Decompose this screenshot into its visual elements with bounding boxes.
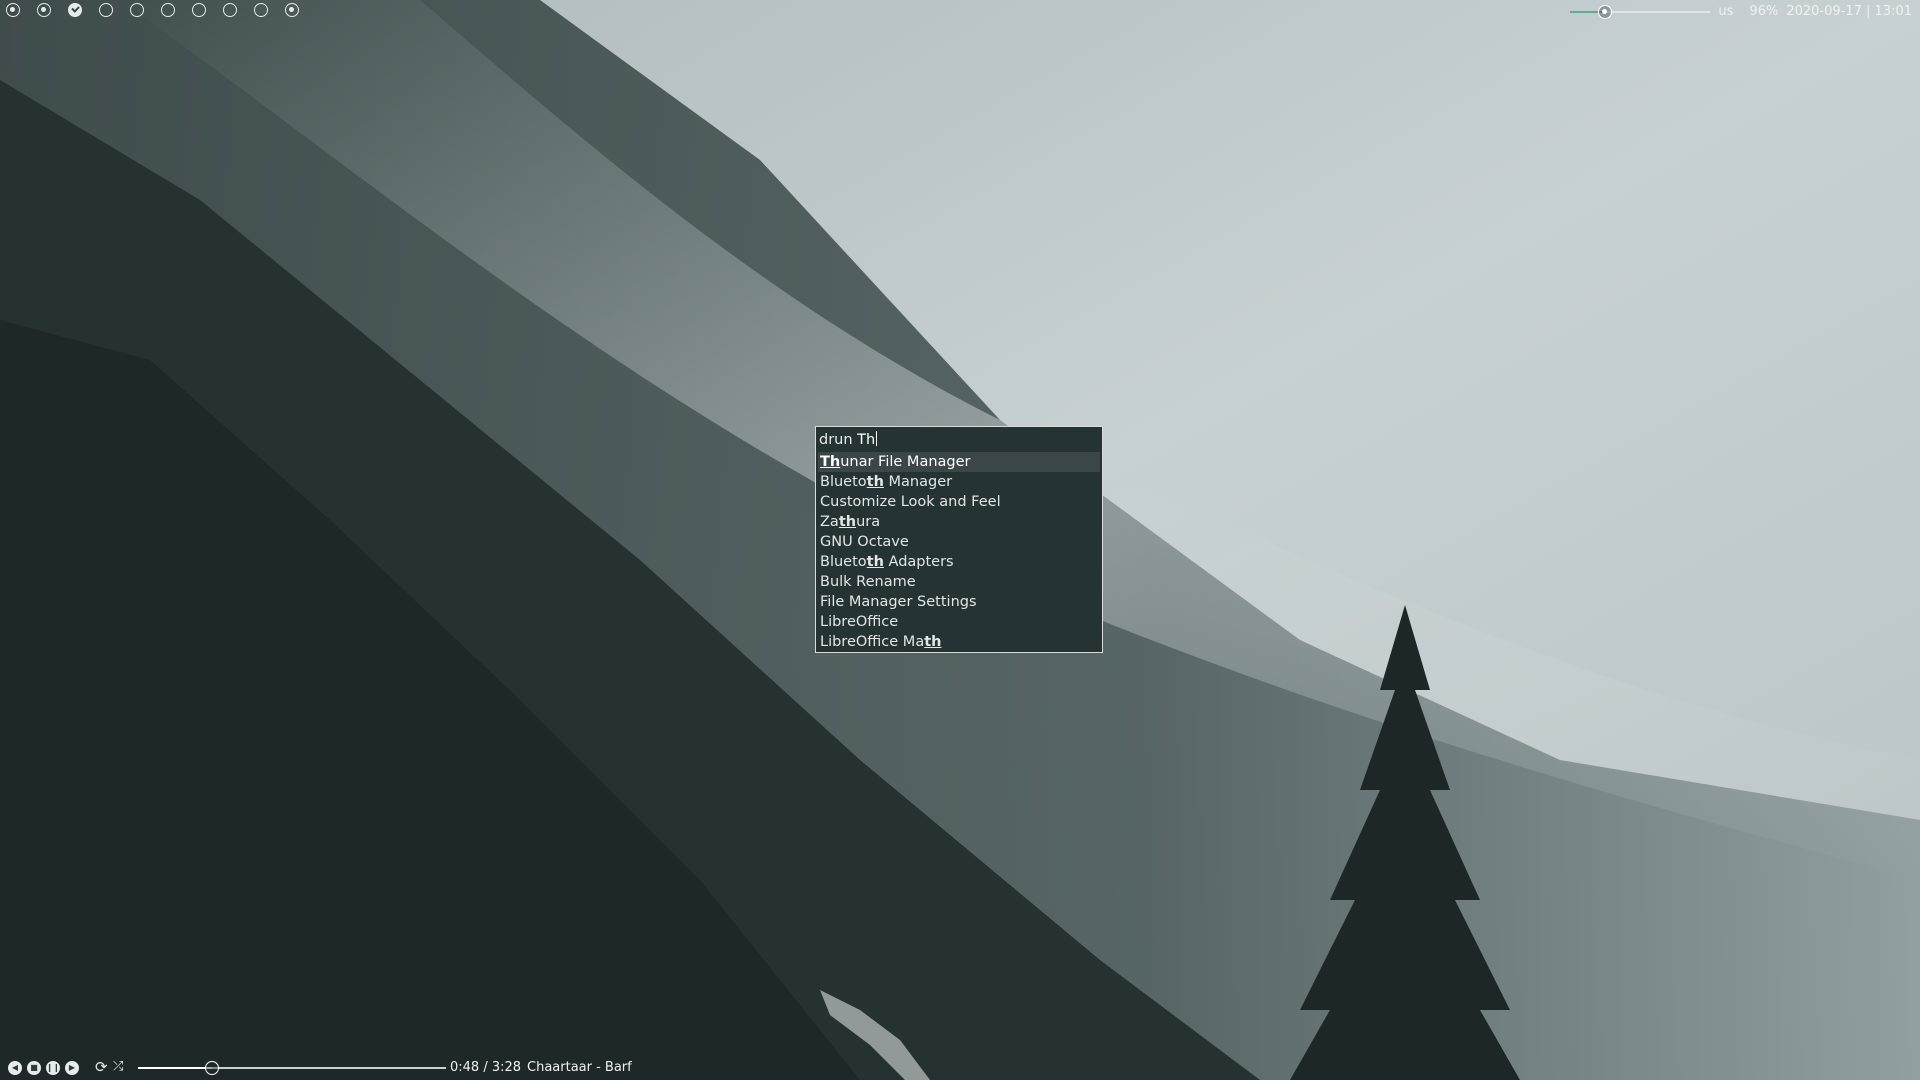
track-title: Chaartaar - Barf [527,1060,632,1075]
result-text: Manager [883,474,953,490]
result-text: Blueto [820,474,867,490]
volume-knob[interactable] [1598,5,1612,19]
track-time: 0:48 / 3:28 [450,1060,522,1075]
workspace-2-icon[interactable] [37,3,51,17]
launcher-prompt-line[interactable]: drun Th [819,430,878,450]
launcher-result-item[interactable]: GNU Octave [818,532,1100,552]
repeat-icon[interactable]: ⟳ [95,1058,108,1076]
result-text: unar File Manager [840,454,971,470]
status-area: us 96% 2020-09-17 | 13:01 [1702,4,1912,19]
workspace-indicators [6,3,316,17]
result-text: File Manager Settings [820,594,977,610]
result-text: LibreOffice [820,614,899,630]
top-panel: us 96% 2020-09-17 | 13:01 [0,0,1920,24]
result-text: Adapters [883,554,954,570]
workspace-5-icon[interactable] [130,3,144,17]
keyboard-layout[interactable]: us [1718,4,1733,19]
result-text: Bulk Rename [820,574,916,590]
match-highlight: th [924,634,942,650]
workspace-1-icon[interactable] [6,3,20,17]
clock[interactable]: 2020-09-17 | 13:01 [1786,4,1912,19]
search-input[interactable]: Th [857,432,875,448]
shuffle-icon[interactable]: ⤮ [113,1059,123,1074]
result-text: GNU Octave [820,534,909,550]
volume-slider[interactable] [1570,5,1710,19]
workspace-3-icon[interactable] [68,3,82,17]
launcher-result-item[interactable]: Bulk Rename [818,572,1100,592]
previous-icon[interactable]: ◀ [8,1061,22,1075]
workspace-4-icon[interactable] [99,3,113,17]
workspace-10-icon[interactable] [285,3,299,17]
workspace-7-icon[interactable] [192,3,206,17]
result-text: Blueto [820,554,867,570]
launcher-result-item[interactable]: Customize Look and Feel [818,492,1100,512]
battery-level: 96% [1749,4,1779,19]
seek-bar[interactable] [138,1061,446,1075]
seek-progress [138,1067,212,1069]
launcher-result-item[interactable]: LibreOffice [818,612,1100,632]
result-text: ura [856,514,881,530]
match-highlight: Th [820,454,841,470]
workspace-6-icon[interactable] [161,3,175,17]
pause-icon[interactable]: ❙❙ [46,1061,60,1075]
match-highlight: th [866,554,884,570]
app-launcher: drun Th Thunar File Manager Bluetoth Mana… [815,426,1103,653]
launcher-result-item[interactable]: Bluetoth Adapters [818,552,1100,572]
launcher-result-item[interactable]: Zathura [818,512,1100,532]
launcher-results: Thunar File Manager Bluetoth Manager Custo… [818,452,1100,652]
result-text: LibreOffice Ma [820,634,925,650]
launcher-mode-label: drun [819,432,858,448]
seek-knob[interactable] [204,1061,219,1075]
launcher-result-item[interactable]: Thunar File Manager [818,452,1100,472]
media-panel: ◀ ■ ❙❙ ▶ ⟳ ⤮ 0:48 / 3:28 Chaartaar - Bar… [0,1056,1920,1080]
workspace-9-icon[interactable] [254,3,268,17]
next-icon[interactable]: ▶ [65,1061,79,1075]
stop-icon[interactable]: ■ [27,1061,41,1075]
launcher-result-item[interactable]: Bluetoth Manager [818,472,1100,492]
result-text: Za [820,514,839,530]
launcher-result-item[interactable]: File Manager Settings [818,592,1100,612]
match-highlight: th [838,514,857,530]
result-text: Customize Look and Feel [820,494,1001,510]
match-highlight: th [866,474,884,490]
launcher-result-item[interactable]: LibreOffice Math [818,632,1100,652]
text-cursor [876,431,878,446]
workspace-8-icon[interactable] [223,3,237,17]
